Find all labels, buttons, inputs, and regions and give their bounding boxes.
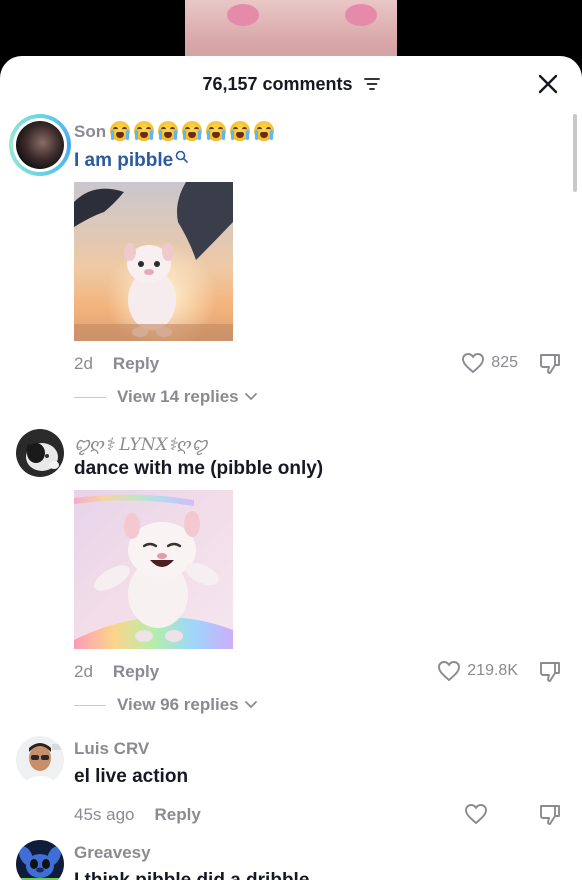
- comment-count: 76,157 comments: [202, 74, 353, 94]
- video-hand-left: [227, 4, 259, 26]
- comment-username[interactable]: Greavesy: [74, 843, 151, 863]
- comment-time: 2d: [74, 354, 93, 373]
- bulldog-dolphins-image: [74, 182, 233, 341]
- search-icon[interactable]: [175, 150, 189, 163]
- comment-time: 2d: [74, 662, 93, 681]
- reply-button[interactable]: Reply: [155, 805, 201, 824]
- stitch-avatar-image: [16, 840, 64, 880]
- close-icon[interactable]: [536, 72, 560, 96]
- dislike-icon[interactable]: [538, 803, 562, 827]
- avatar[interactable]: [16, 840, 64, 880]
- dislike-icon[interactable]: [538, 660, 562, 684]
- divider: [74, 396, 106, 398]
- chevron-down-icon: [244, 393, 257, 401]
- like-count: 825: [491, 354, 518, 371]
- video-hand-right: [345, 4, 377, 26]
- comment-username[interactable]: Son: [74, 120, 275, 143]
- comments-sheet: 76,157 comments Son I am pibble 2d Reply…: [0, 56, 582, 880]
- sort-icon[interactable]: [363, 77, 380, 91]
- like-button[interactable]: 825: [461, 352, 518, 374]
- cat-avatar-image: [16, 429, 64, 477]
- dislike-icon[interactable]: [538, 352, 562, 376]
- comment-text[interactable]: el live action: [74, 766, 188, 788]
- avatar[interactable]: [9, 114, 71, 176]
- scrollbar[interactable]: [573, 114, 577, 192]
- avatar[interactable]: [16, 429, 64, 477]
- person-avatar-image: [16, 736, 64, 784]
- view-replies-button[interactable]: View 96 replies: [74, 695, 257, 715]
- comment-photo[interactable]: [74, 490, 233, 649]
- heart-icon: [462, 353, 485, 374]
- comment-meta: 45s ago Reply: [74, 805, 201, 825]
- reply-button[interactable]: Reply: [113, 662, 159, 681]
- comment-meta: 2d Reply: [74, 354, 159, 374]
- bulldog-rainbow-image: [74, 490, 233, 649]
- comment-username[interactable]: ꨄ︎ღ⚕︎ LYNX⚕︎ღꨄ︎: [74, 431, 208, 456]
- comments-title[interactable]: 76,157 comments: [0, 74, 582, 95]
- comment-meta: 2d Reply: [74, 662, 159, 682]
- loudly-crying-emoji-icon: [106, 120, 275, 141]
- like-button[interactable]: 219.8K: [437, 660, 518, 682]
- divider: [74, 704, 106, 706]
- avatar[interactable]: [16, 736, 64, 784]
- comments-header: 76,157 comments: [0, 56, 582, 114]
- comment-text[interactable]: I think pibble did a dribble: [74, 870, 309, 880]
- heart-icon: [438, 661, 461, 682]
- reply-button[interactable]: Reply: [113, 354, 159, 373]
- heart-icon: [465, 804, 487, 825]
- view-replies-button[interactable]: View 14 replies: [74, 387, 257, 407]
- chevron-down-icon: [244, 701, 257, 709]
- like-count: 219.8K: [467, 662, 518, 679]
- like-button[interactable]: [464, 803, 494, 825]
- comment-photo[interactable]: [74, 182, 233, 341]
- comment-text[interactable]: dance with me (pibble only): [74, 458, 323, 480]
- comment-text[interactable]: I am pibble: [74, 150, 189, 172]
- comment-time: 45s ago: [74, 805, 135, 824]
- comment-username[interactable]: Luis CRV: [74, 739, 149, 759]
